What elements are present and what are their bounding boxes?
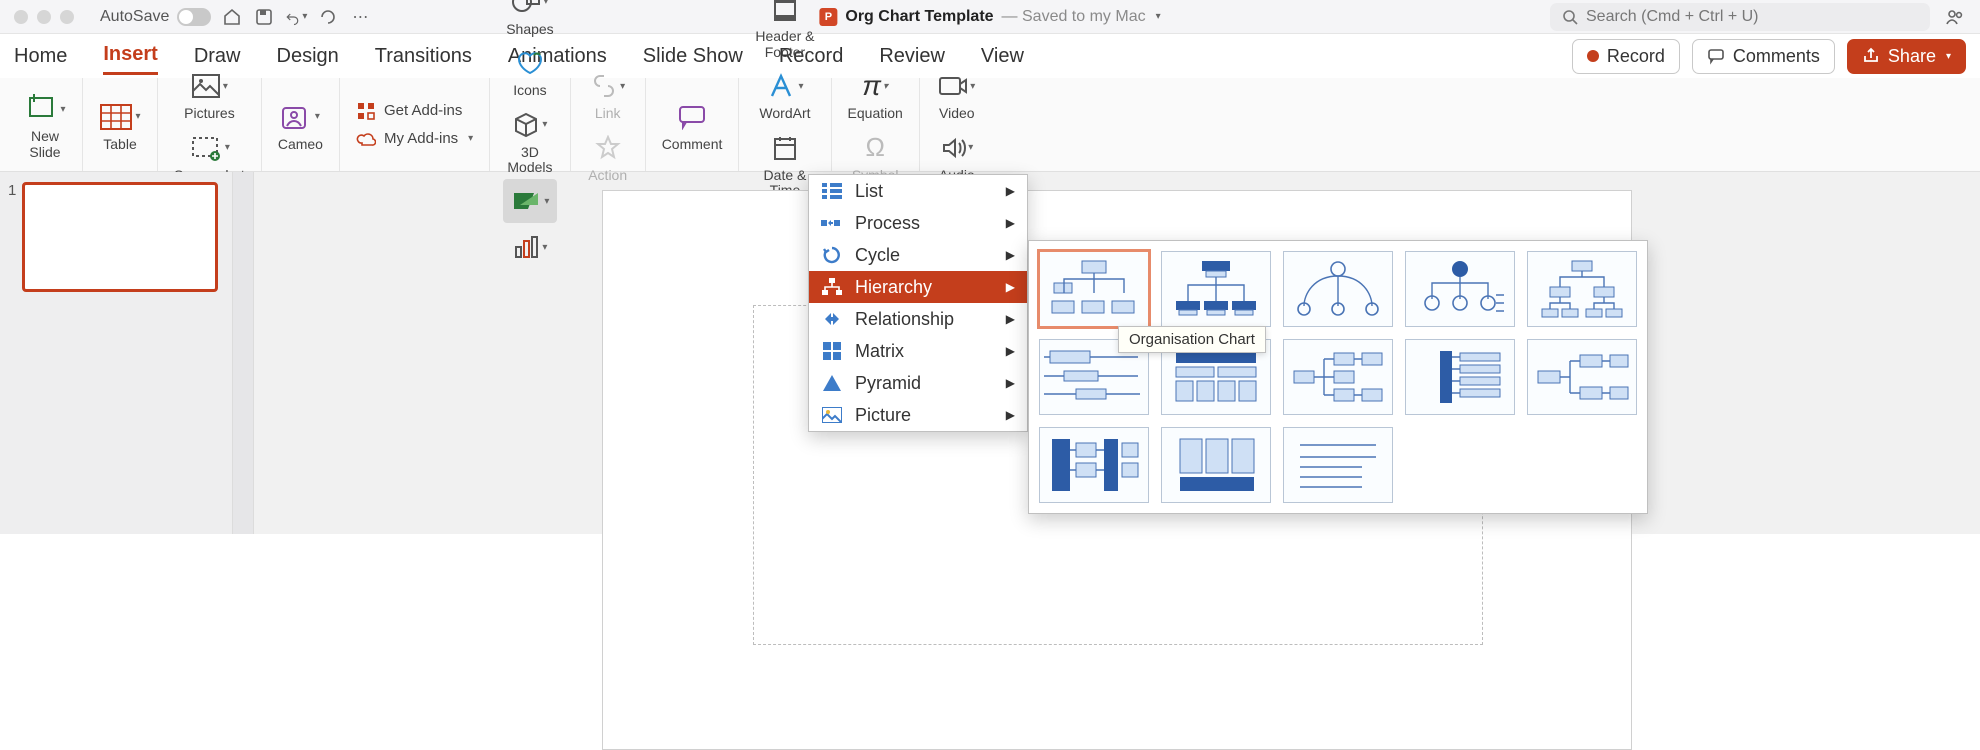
toggle-switch[interactable] — [177, 8, 211, 26]
search-icon — [1562, 9, 1578, 25]
chevron-right-icon: ▶ — [1006, 184, 1015, 198]
share-icon — [1862, 47, 1880, 65]
thumbnail-scrollbar[interactable] — [232, 172, 254, 534]
3d-models-button[interactable]: ▾3D Models — [501, 103, 558, 178]
document-title: P Org Chart Template — Saved to my Mac▾ — [819, 8, 1160, 26]
tab-design[interactable]: Design — [277, 39, 339, 74]
tab-view[interactable]: View — [981, 39, 1024, 74]
undo-icon[interactable]: ▾ — [285, 6, 307, 28]
relationship-icon — [821, 308, 843, 330]
file-name: Org Chart Template — [845, 8, 993, 26]
tab-home[interactable]: Home — [14, 39, 67, 74]
title-bar: AutoSave ▾ ⋯ P Org Chart Template — Save… — [0, 0, 1980, 34]
share-people-icon[interactable] — [1944, 6, 1966, 28]
record-button[interactable]: Record — [1572, 39, 1680, 74]
cycle-icon — [821, 244, 843, 266]
smartart-matrix[interactable]: Matrix▶ — [809, 335, 1027, 367]
new-slide-button[interactable]: ▾New Slide — [18, 87, 72, 162]
tab-insert[interactable]: Insert — [103, 37, 157, 75]
chevron-right-icon: ▶ — [1006, 216, 1015, 230]
get-addins-button[interactable]: Get Add-ins — [350, 99, 479, 123]
smartart-relationship[interactable]: Relationship▶ — [809, 303, 1027, 335]
ribbon: ▾New Slide ▾Table ▾Pictures ▾Screenshot … — [0, 78, 1980, 172]
powerpoint-icon: P — [819, 8, 837, 26]
video-button[interactable]: ▾Video — [930, 64, 984, 123]
chevron-right-icon: ▶ — [1006, 408, 1015, 422]
shapes-button[interactable]: ▾Shapes — [500, 0, 559, 39]
header-footer-button[interactable]: Header & Footer — [749, 0, 820, 62]
addins-grid-icon — [356, 101, 376, 121]
wordart-button[interactable]: ▾WordArt — [753, 64, 816, 123]
list-icon — [821, 180, 843, 202]
chevron-right-icon: ▶ — [1006, 280, 1015, 294]
smartart-pyramid[interactable]: Pyramid▶ — [809, 367, 1027, 399]
gallery-hierarchy-list[interactable] — [1039, 427, 1149, 503]
autosave-toggle[interactable]: AutoSave — [100, 8, 211, 26]
tab-slideshow[interactable]: Slide Show — [643, 39, 743, 74]
gallery-horizontal-org-chart[interactable] — [1283, 339, 1393, 415]
more-icon[interactable]: ⋯ — [349, 6, 371, 28]
equation-button[interactable]: π▾Equation — [842, 64, 909, 123]
gallery-architecture-layout[interactable] — [1161, 427, 1271, 503]
matrix-icon — [821, 340, 843, 362]
addins-cloud-icon — [356, 129, 376, 149]
chevron-right-icon: ▶ — [1006, 248, 1015, 262]
slide-thumbnail-panel[interactable]: 1 — [0, 172, 232, 534]
chevron-right-icon: ▶ — [1006, 376, 1015, 390]
chevron-right-icon: ▶ — [1006, 344, 1015, 358]
gallery-lined-list[interactable] — [1283, 427, 1393, 503]
comment-button[interactable]: Comment — [656, 95, 729, 154]
process-icon — [821, 212, 843, 234]
gallery-horizontal-hierarchy[interactable] — [1527, 339, 1637, 415]
gallery-circle-picture-hierarchy[interactable] — [1405, 251, 1515, 327]
gallery-organisation-chart[interactable] — [1039, 251, 1149, 327]
record-dot-icon — [1587, 50, 1599, 62]
smartart-picture[interactable]: Picture▶ — [809, 399, 1027, 431]
comment-icon — [1707, 47, 1725, 65]
pictures-button[interactable]: ▾Pictures — [178, 64, 241, 123]
share-button[interactable]: Share▾ — [1847, 39, 1966, 74]
smartart-hierarchy[interactable]: Hierarchy▶ — [809, 271, 1027, 303]
gallery-hierarchy[interactable] — [1527, 251, 1637, 327]
picture-icon — [821, 404, 843, 426]
my-addins-button[interactable]: My Add-ins▾ — [350, 127, 479, 151]
autosave-label: AutoSave — [100, 8, 169, 26]
pyramid-icon — [821, 372, 843, 394]
gallery-name-title-org-chart[interactable] — [1161, 251, 1271, 327]
hierarchy-icon — [821, 276, 843, 298]
comments-button[interactable]: Comments — [1692, 39, 1835, 74]
gallery-horizontal-multi-level[interactable] — [1405, 339, 1515, 415]
save-icon[interactable] — [253, 6, 275, 28]
gallery-tooltip: Organisation Chart — [1118, 326, 1266, 353]
window-controls[interactable] — [14, 10, 74, 24]
chevron-right-icon: ▶ — [1006, 312, 1015, 326]
cameo-button[interactable]: ▾Cameo — [272, 95, 329, 154]
smartart-list[interactable]: List▶ — [809, 175, 1027, 207]
home-icon[interactable] — [221, 6, 243, 28]
smartart-cycle[interactable]: Cycle▶ — [809, 239, 1027, 271]
slide-index: 1 — [8, 182, 16, 292]
slide-thumbnail[interactable] — [22, 182, 218, 292]
redo-icon[interactable] — [317, 6, 339, 28]
link-button: ▾Link — [581, 64, 635, 123]
smartart-process[interactable]: Process▶ — [809, 207, 1027, 239]
ribbon-tabs: Home Insert Draw Design Transitions Anim… — [0, 34, 1980, 78]
save-status: — Saved to my Mac — [1002, 8, 1146, 26]
icons-button[interactable]: Icons — [503, 41, 557, 100]
smartart-category-menu: List▶ Process▶ Cycle▶ Hierarchy▶ Relatio… — [808, 174, 1028, 432]
hierarchy-gallery — [1028, 240, 1648, 514]
table-button[interactable]: ▾Table — [93, 95, 147, 154]
search-placeholder: Search (Cmd + Ctrl + U) — [1586, 8, 1758, 26]
tab-transitions[interactable]: Transitions — [375, 39, 472, 74]
search-box[interactable]: Search (Cmd + Ctrl + U) — [1550, 3, 1930, 31]
gallery-half-circle-org-chart[interactable] — [1283, 251, 1393, 327]
